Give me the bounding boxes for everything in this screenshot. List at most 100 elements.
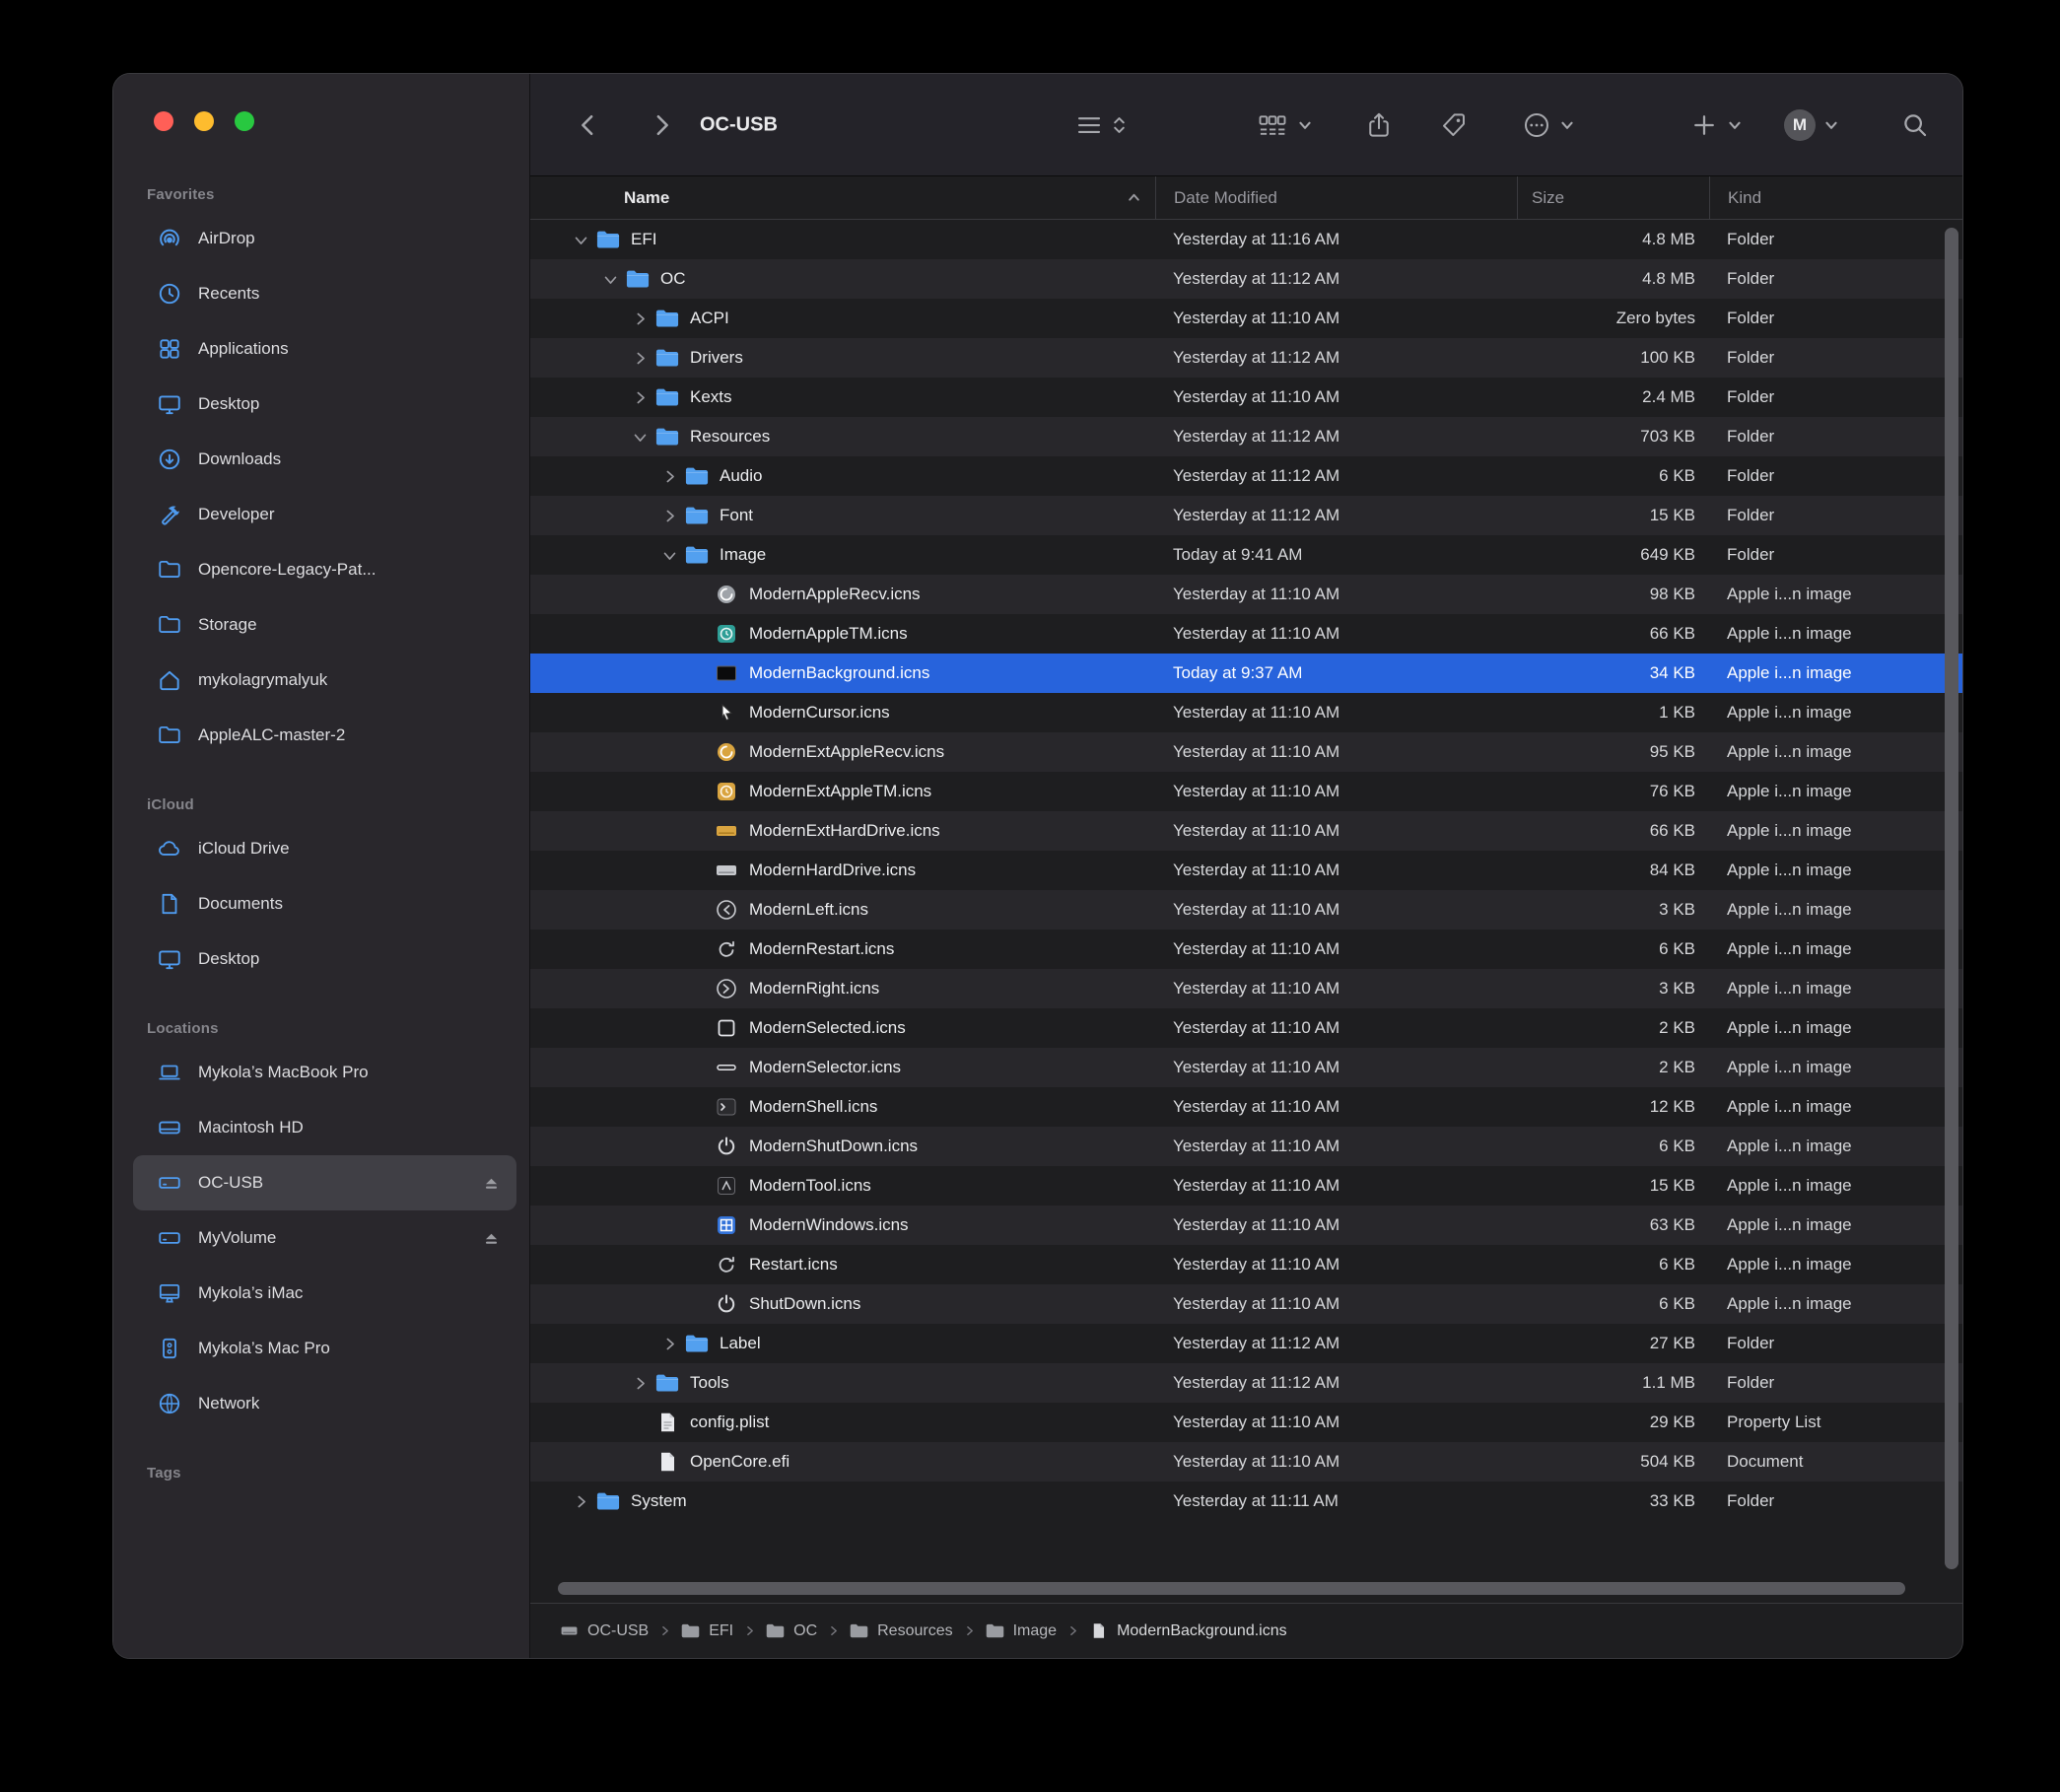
path-item-modernbackground-icns[interactable]: ModernBackground.icns	[1089, 1621, 1287, 1640]
more-options-button[interactable]	[1522, 110, 1575, 140]
disclosure-collapsed-icon[interactable]	[654, 1336, 684, 1352]
table-row[interactable]: ModernTool.icnsYesterday at 11:10 AM15 K…	[530, 1166, 1962, 1206]
table-row[interactable]: KextsYesterday at 11:10 AM2.4 MBFolder	[530, 378, 1962, 417]
table-row[interactable]: ImageToday at 9:41 AM649 KBFolder	[530, 535, 1962, 575]
view-mode-button[interactable]	[1074, 110, 1127, 140]
table-row[interactable]: ModernSelected.icnsYesterday at 11:10 AM…	[530, 1008, 1962, 1048]
sidebar-item-recents[interactable]: Recents	[133, 266, 516, 321]
sidebar-item-storage[interactable]: Storage	[133, 597, 516, 653]
sidebar-item-desktop[interactable]: Desktop	[133, 377, 516, 432]
table-row[interactable]: ModernExtAppleRecv.icnsYesterday at 11:1…	[530, 732, 1962, 772]
minimize-window-button[interactable]	[194, 111, 214, 131]
sidebar-item-mykola-s-imac[interactable]: Mykola’s iMac	[133, 1266, 516, 1321]
sidebar-item-mykola-s-macbook-pro[interactable]: Mykola’s MacBook Pro	[133, 1045, 516, 1100]
disclosure-collapsed-icon[interactable]	[625, 389, 654, 406]
path-separator-icon	[1066, 1624, 1079, 1637]
table-row[interactable]: ModernWindows.icnsYesterday at 11:10 AM6…	[530, 1206, 1962, 1245]
table-row[interactable]: ModernCursor.icnsYesterday at 11:10 AM1 …	[530, 693, 1962, 732]
table-row[interactable]: ShutDown.icnsYesterday at 11:10 AM6 KBAp…	[530, 1284, 1962, 1324]
sidebar-item-opencore-legacy-pat[interactable]: Opencore-Legacy-Pat...	[133, 542, 516, 597]
horizontal-scrollbar[interactable]	[558, 1582, 1905, 1595]
file-name: Audio	[720, 466, 762, 486]
zoom-window-button[interactable]	[235, 111, 254, 131]
table-row[interactable]: ModernLeft.icnsYesterday at 11:10 AM3 KB…	[530, 890, 1962, 930]
path-item-efi[interactable]: EFI	[681, 1621, 733, 1640]
table-row[interactable]: Restart.icnsYesterday at 11:10 AM6 KBApp…	[530, 1245, 1962, 1284]
sidebar-item-applealc-master-2[interactable]: AppleALC-master-2	[133, 708, 516, 763]
eject-icon[interactable]	[482, 1174, 509, 1193]
eject-icon[interactable]	[482, 1229, 509, 1248]
disclosure-collapsed-icon[interactable]	[625, 1375, 654, 1392]
column-header-date-modified[interactable]: Date Modified	[1155, 176, 1517, 219]
sidebar-item-icloud-drive[interactable]: iCloud Drive	[133, 821, 516, 876]
disclosure-collapsed-icon[interactable]	[566, 1493, 595, 1510]
sidebar-item-developer[interactable]: Developer	[133, 487, 516, 542]
table-row[interactable]: ModernAppleTM.icnsYesterday at 11:10 AM6…	[530, 614, 1962, 654]
table-row[interactable]: LabelYesterday at 11:12 AM27 KBFolder	[530, 1324, 1962, 1363]
table-row[interactable]: ModernBackground.icnsToday at 9:37 AM34 …	[530, 654, 1962, 693]
file-kind: Folder	[1709, 387, 1962, 407]
indent-spacer	[530, 949, 684, 950]
disclosure-collapsed-icon[interactable]	[654, 468, 684, 485]
table-row[interactable]: SystemYesterday at 11:11 AM33 KBFolder	[530, 1482, 1962, 1521]
forward-button[interactable]	[647, 110, 676, 140]
disclosure-expanded-icon[interactable]	[625, 429, 654, 446]
table-row[interactable]: EFIYesterday at 11:16 AM4.8 MBFolder	[530, 220, 1962, 259]
table-row[interactable]: ToolsYesterday at 11:12 AM1.1 MBFolder	[530, 1363, 1962, 1403]
sidebar-item-applications[interactable]: Applications	[133, 321, 516, 377]
sidebar-item-oc-usb[interactable]: OC-USB	[133, 1155, 516, 1210]
disclosure-collapsed-icon[interactable]	[625, 350, 654, 367]
path-item-oc-usb[interactable]: OC-USB	[560, 1621, 649, 1640]
sidebar-item-mykola-s-mac-pro[interactable]: Mykola’s Mac Pro	[133, 1321, 516, 1376]
path-item-image[interactable]: Image	[986, 1621, 1057, 1640]
toolbar: OC-USB	[530, 74, 1962, 176]
account-button[interactable]: M	[1784, 109, 1839, 141]
sidebar-item-desktop[interactable]: Desktop	[133, 931, 516, 987]
disclosure-expanded-icon[interactable]	[595, 271, 625, 288]
table-row[interactable]: ACPIYesterday at 11:10 AMZero bytesFolde…	[530, 299, 1962, 338]
disclosure-expanded-icon[interactable]	[566, 232, 595, 248]
disclosure-expanded-icon[interactable]	[654, 547, 684, 564]
table-row[interactable]: AudioYesterday at 11:12 AM6 KBFolder	[530, 456, 1962, 496]
column-header-size[interactable]: Size	[1517, 176, 1709, 219]
indent-spacer	[530, 437, 625, 438]
tags-button[interactable]	[1439, 110, 1469, 140]
add-button[interactable]	[1689, 110, 1743, 140]
table-row[interactable]: ModernHardDrive.icnsYesterday at 11:10 A…	[530, 851, 1962, 890]
sidebar-item-network[interactable]: Network	[133, 1376, 516, 1431]
vertical-scrollbar[interactable]	[1945, 228, 1958, 1569]
path-item-resources[interactable]: Resources	[850, 1621, 952, 1640]
sidebar-item-label: Recents	[198, 284, 259, 304]
table-row[interactable]: ModernSelector.icnsYesterday at 11:10 AM…	[530, 1048, 1962, 1087]
sidebar-item-airdrop[interactable]: AirDrop	[133, 211, 516, 266]
share-button[interactable]	[1364, 110, 1394, 140]
table-row[interactable]: ModernExtHardDrive.icnsYesterday at 11:1…	[530, 811, 1962, 851]
search-button[interactable]	[1900, 110, 1930, 140]
table-row[interactable]: ModernRestart.icnsYesterday at 11:10 AM6…	[530, 930, 1962, 969]
close-window-button[interactable]	[154, 111, 173, 131]
table-row[interactable]: OpenCore.efiYesterday at 11:10 AM504 KBD…	[530, 1442, 1962, 1482]
sidebar-item-downloads[interactable]: Downloads	[133, 432, 516, 487]
sidebar-item-macintosh-hd[interactable]: Macintosh HD	[133, 1100, 516, 1155]
chevron-down-icon	[1297, 117, 1313, 133]
table-row[interactable]: DriversYesterday at 11:12 AM100 KBFolder	[530, 338, 1962, 378]
back-button[interactable]	[574, 110, 603, 140]
table-row[interactable]: ModernShutDown.icnsYesterday at 11:10 AM…	[530, 1127, 1962, 1166]
path-item-oc[interactable]: OC	[766, 1621, 817, 1640]
column-header-name[interactable]: Name	[530, 176, 1155, 219]
sidebar-item-myvolume[interactable]: MyVolume	[133, 1210, 516, 1266]
sidebar-item-mykolagrymalyuk[interactable]: mykolagrymalyuk	[133, 653, 516, 708]
table-row[interactable]: ModernShell.icnsYesterday at 11:10 AM12 …	[530, 1087, 1962, 1127]
table-row[interactable]: ModernAppleRecv.icnsYesterday at 11:10 A…	[530, 575, 1962, 614]
column-header-kind[interactable]: Kind	[1709, 176, 1962, 219]
table-row[interactable]: ModernRight.icnsYesterday at 11:10 AM3 K…	[530, 969, 1962, 1008]
table-row[interactable]: config.plistYesterday at 11:10 AM29 KBPr…	[530, 1403, 1962, 1442]
table-row[interactable]: OCYesterday at 11:12 AM4.8 MBFolder	[530, 259, 1962, 299]
table-row[interactable]: ModernExtAppleTM.icnsYesterday at 11:10 …	[530, 772, 1962, 811]
group-by-button[interactable]	[1256, 110, 1313, 140]
sidebar-item-documents[interactable]: Documents	[133, 876, 516, 931]
table-row[interactable]: FontYesterday at 11:12 AM15 KBFolder	[530, 496, 1962, 535]
disclosure-collapsed-icon[interactable]	[625, 310, 654, 327]
table-row[interactable]: ResourcesYesterday at 11:12 AM703 KBFold…	[530, 417, 1962, 456]
disclosure-collapsed-icon[interactable]	[654, 508, 684, 524]
